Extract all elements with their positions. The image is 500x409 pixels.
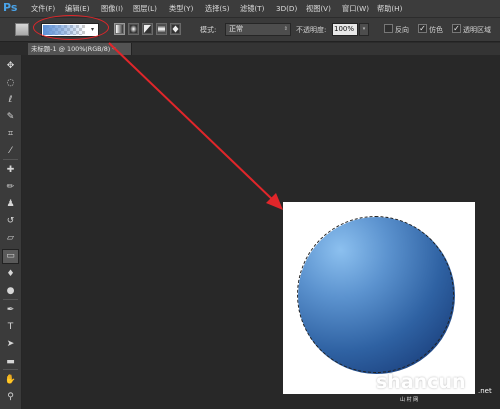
pen-icon[interactable]: ✒ [2,303,19,318]
menu-filter[interactable]: 滤镜(T) [240,3,264,15]
eraser-icon[interactable]: ▱ [2,231,19,246]
quick-select-icon[interactable]: ✎ [2,110,19,125]
crop-icon[interactable]: ⌗ [2,127,19,142]
history-brush-icon[interactable]: ↺ [2,214,19,229]
clone-stamp-icon[interactable]: ♟ [2,197,19,212]
mode-label: 模式: [200,26,217,34]
menu-window[interactable]: 窗口(W) [342,3,369,15]
watermark-tld: .net [478,387,492,395]
dodge-icon[interactable]: ● [2,284,19,299]
reverse-checkbox[interactable] [384,24,393,33]
tab-strip [132,43,500,55]
angle-gradient-button[interactable] [142,23,153,35]
watermark-brand: shancun [376,371,466,393]
shape-icon[interactable]: ▬ [2,355,19,370]
toolbar-divider [3,299,18,300]
radial-gradient-button[interactable] [128,23,139,35]
diamond-gradient-button[interactable] [170,23,181,35]
radial-gradient-icon [130,25,137,33]
lasso-icon[interactable]: ℓ [2,93,19,108]
transparency-label: 透明区域 [463,26,491,34]
menu-help[interactable]: 帮助(H) [377,3,402,15]
reflected-gradient-icon [158,25,165,33]
tools-panel: ✥ ◌ ℓ ✎ ⌗ ⁄ ✚ ✏ ♟ ↺ ▱ ▭ ♦ ● ✒ T ➤ ▬ ✋ ⚲ [0,55,22,409]
hand-icon[interactable]: ✋ [2,373,19,388]
reflected-gradient-button[interactable] [156,23,167,35]
watermark: shancun .net 山 村 网 [368,371,500,403]
opacity-input[interactable]: 100% [332,23,358,36]
linear-gradient-icon [116,25,123,33]
brush-icon[interactable]: ✏ [2,180,19,195]
opacity-dropdown-icon[interactable]: ▾ [359,23,369,36]
path-select-icon[interactable]: ➤ [2,337,19,352]
annotation-ellipse [33,15,109,40]
menu-file[interactable]: 文件(F) [31,3,55,15]
type-icon[interactable]: T [2,320,19,335]
selection-marquee [297,216,454,373]
watermark-subtitle: 山 村 网 [400,397,419,403]
document-canvas[interactable] [283,202,475,394]
reverse-label: 反向 [395,26,409,34]
dither-checkbox[interactable]: ✓ [418,24,427,33]
blur-icon[interactable]: ♦ [2,267,19,282]
marquee-icon[interactable]: ◌ [2,76,19,91]
menu-3d[interactable]: 3D(D) [276,3,297,15]
document-title: 未标题-1 @ 100%(RGB/8) * [31,45,116,53]
healing-brush-icon[interactable]: ✚ [2,163,19,178]
toolbar-divider [3,369,18,370]
menu-image[interactable]: 图像(I) [101,3,123,15]
document-tab[interactable]: 未标题-1 @ 100%(RGB/8) * × [28,43,132,55]
menu-select[interactable]: 选择(S) [205,3,230,15]
toolbar-divider [3,159,18,160]
move-icon[interactable]: ✥ [2,59,19,74]
menu-view[interactable]: 视图(V) [306,3,331,15]
mode-value: 正常 [229,25,243,33]
opacity-label: 不透明度: [296,26,327,34]
menu-layer[interactable]: 图层(L) [133,3,157,15]
dither-label: 仿色 [429,26,443,34]
mode-select[interactable]: 正常 ⇕ [225,23,291,36]
tool-preset-picker[interactable] [15,23,29,36]
linear-gradient-button[interactable] [114,23,125,35]
select-arrows-icon: ⇕ [283,26,288,32]
zoom-icon[interactable]: ⚲ [2,390,19,405]
menu-edit[interactable]: 编辑(E) [65,3,90,15]
photoshop-logo: Ps [3,1,18,14]
transparency-checkbox[interactable]: ✓ [452,24,461,33]
eyedropper-icon[interactable]: ⁄ [2,144,19,159]
menu-type[interactable]: 类型(Y) [169,3,193,15]
angle-gradient-icon [144,25,151,33]
gradient-icon[interactable]: ▭ [2,249,19,264]
diamond-gradient-icon [172,25,179,33]
